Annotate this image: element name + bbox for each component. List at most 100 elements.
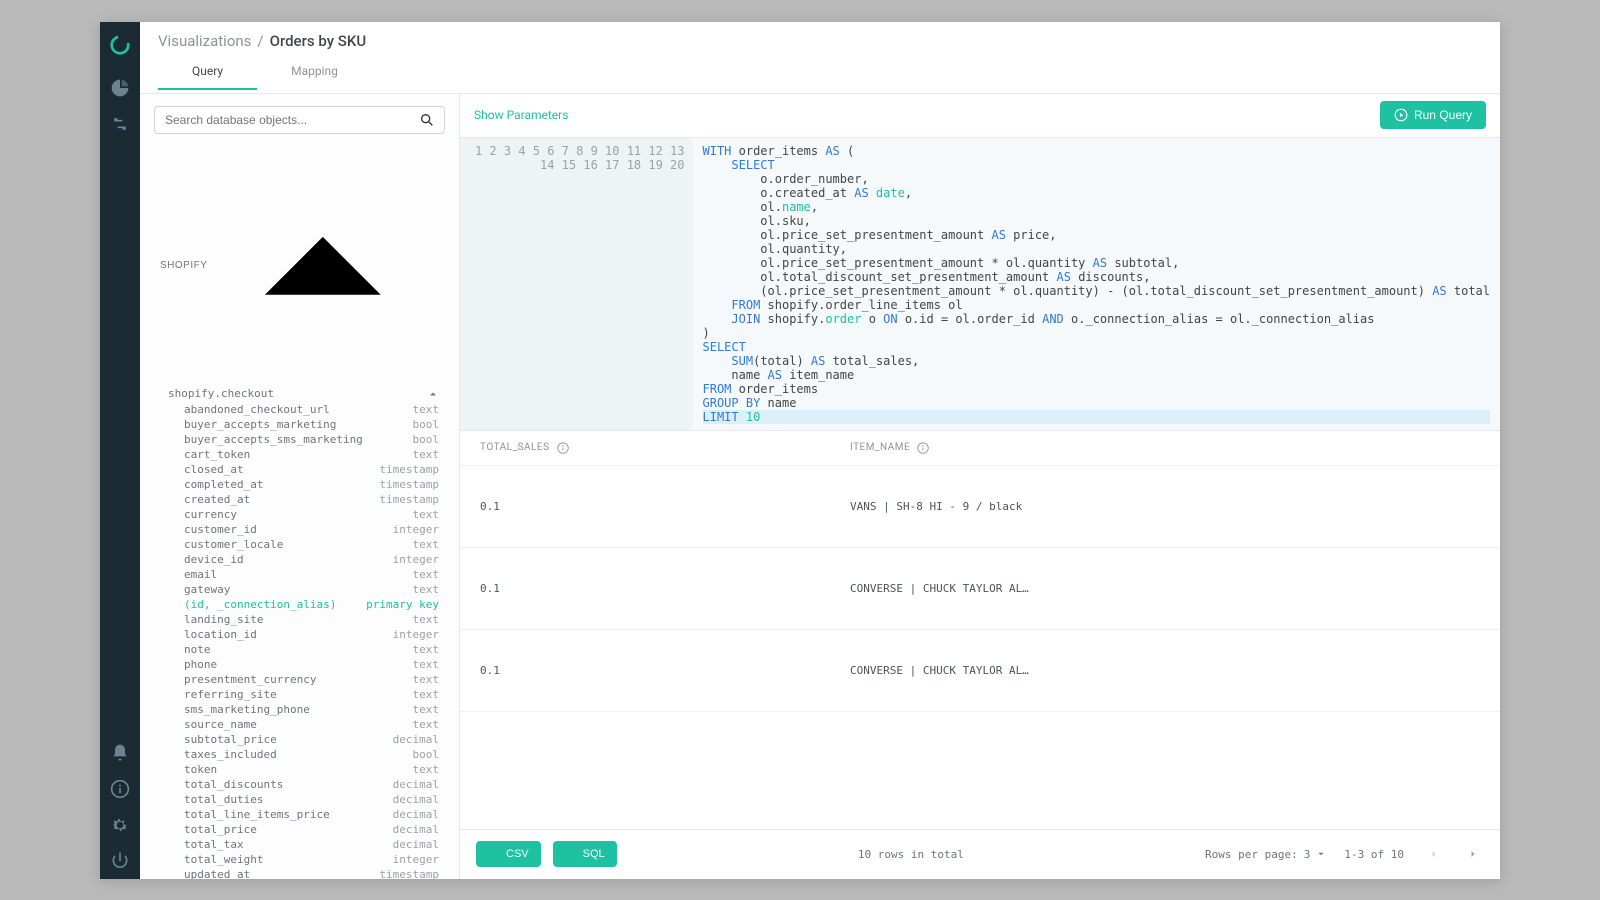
bell-icon[interactable]	[110, 743, 130, 763]
workspace: SHOPIFYshopify.checkoutabandoned_checkou…	[140, 94, 1500, 879]
chevron-left-icon	[1427, 848, 1439, 860]
pager-prev-button[interactable]	[1422, 843, 1444, 865]
cell-item-name: CONVERSE | CHUCK TAYLOR AL…	[850, 582, 1480, 595]
download-icon	[488, 848, 500, 860]
schema-column[interactable]: taxes_includedbool	[140, 747, 459, 762]
schema-panel: SHOPIFYshopify.checkoutabandoned_checkou…	[140, 94, 460, 879]
sql-editor[interactable]: 1 2 3 4 5 6 7 8 9 10 11 12 13 14 15 16 1…	[460, 138, 1500, 430]
info-icon[interactable]	[110, 779, 130, 799]
flow-icon[interactable]	[110, 114, 130, 134]
schema-column[interactable]: device_idinteger	[140, 552, 459, 567]
chevron-up-icon	[427, 388, 439, 400]
schema-column[interactable]: presentment_currencytext	[140, 672, 459, 687]
breadcrumb-root[interactable]: Visualizations	[158, 32, 251, 50]
schema-column[interactable]: total_dutiesdecimal	[140, 792, 459, 807]
editor-gutter: 1 2 3 4 5 6 7 8 9 10 11 12 13 14 15 16 1…	[460, 138, 693, 430]
schema-column[interactable]: cart_tokentext	[140, 447, 459, 462]
run-query-label: Run Query	[1414, 108, 1472, 122]
schema-column[interactable]: sms_marketing_phonetext	[140, 702, 459, 717]
schema-column[interactable]: updated_attimestamp	[140, 867, 459, 878]
pie-chart-icon[interactable]	[110, 78, 130, 98]
schema-column[interactable]: total_line_items_pricedecimal	[140, 807, 459, 822]
app-logo-icon	[109, 34, 131, 56]
schema-column[interactable]: gatewaytext	[140, 582, 459, 597]
download-csv-button[interactable]: CSV	[476, 841, 541, 867]
column-header-label: ITEM_NAME	[850, 442, 910, 453]
download-sql-label: SQL	[583, 848, 605, 860]
query-toolbar: Show Parameters Run Query	[460, 94, 1500, 138]
cell-item-name: CONVERSE | CHUCK TAYLOR AL…	[850, 664, 1480, 677]
table-row[interactable]: 0.1CONVERSE | CHUCK TAYLOR AL…	[460, 548, 1500, 630]
download-sql-button[interactable]: SQL	[553, 841, 617, 867]
breadcrumb-sep: /	[257, 32, 263, 50]
rows-per-page-value: 3	[1304, 848, 1311, 861]
breadcrumb-current: Orders by SKU	[270, 32, 367, 50]
results-header: TOTAL_SALES ITEM_NAME	[460, 431, 1500, 466]
info-circle-icon[interactable]	[916, 441, 930, 455]
nav-rail	[100, 22, 140, 879]
download-icon	[565, 848, 577, 860]
cell-total-sales: 0.1	[480, 500, 850, 513]
column-header-total-sales[interactable]: TOTAL_SALES	[480, 441, 850, 455]
schema-column[interactable]: closed_attimestamp	[140, 462, 459, 477]
results-panel: TOTAL_SALES ITEM_NAME 0.1VANS | SH-8 HI …	[460, 430, 1500, 879]
tab-query[interactable]: Query	[158, 56, 257, 90]
schema-column[interactable]: total_pricedecimal	[140, 822, 459, 837]
schema-column[interactable]: notetext	[140, 642, 459, 657]
schema-column[interactable]: currencytext	[140, 507, 459, 522]
schema-group[interactable]: SHOPIFY	[140, 146, 459, 386]
schema-column[interactable]: (id, _connection_alias)primary key	[140, 597, 459, 612]
rows-per-page-label: Rows per page:	[1205, 848, 1298, 861]
schema-column[interactable]: tokentext	[140, 762, 459, 777]
schema-column[interactable]: customer_idinteger	[140, 522, 459, 537]
page-range: 1-3 of 10	[1344, 848, 1404, 861]
chevron-down-icon	[1316, 849, 1326, 859]
schema-column[interactable]: completed_attimestamp	[140, 477, 459, 492]
schema-tree[interactable]: SHOPIFYshopify.checkoutabandoned_checkou…	[140, 146, 459, 879]
play-icon	[1394, 108, 1408, 122]
schema-column[interactable]: total_taxdecimal	[140, 837, 459, 852]
tabs: Query Mapping	[158, 56, 1482, 90]
schema-column[interactable]: landing_sitetext	[140, 612, 459, 627]
top-bar: Visualizations / Orders by SKU Query Map…	[140, 22, 1500, 94]
tab-mapping[interactable]: Mapping	[257, 56, 372, 90]
run-query-button[interactable]: Run Query	[1380, 101, 1486, 129]
table-row[interactable]: 0.1CONVERSE | CHUCK TAYLOR AL…	[460, 630, 1500, 712]
cell-total-sales: 0.1	[480, 664, 850, 677]
schema-table-open[interactable]: shopify.checkout	[140, 385, 459, 402]
schema-column[interactable]: referring_sitetext	[140, 687, 459, 702]
schema-column[interactable]: customer_localetext	[140, 537, 459, 552]
results-footer: CSV SQL 10 rows in total Rows per page: …	[460, 829, 1500, 879]
app-shell: Visualizations / Orders by SKU Query Map…	[100, 22, 1500, 879]
schema-column[interactable]: created_attimestamp	[140, 492, 459, 507]
schema-column[interactable]: source_nametext	[140, 717, 459, 732]
schema-column[interactable]: subtotal_pricedecimal	[140, 732, 459, 747]
schema-column[interactable]: total_weightinteger	[140, 852, 459, 867]
search-icon[interactable]	[419, 112, 435, 128]
schema-column[interactable]: abandoned_checkout_urltext	[140, 402, 459, 417]
search-input[interactable]	[154, 106, 445, 134]
cell-item-name: VANS | SH-8 HI - 9 / black	[850, 500, 1480, 513]
query-panel: Show Parameters Run Query 1 2 3 4 5 6 7 …	[460, 94, 1500, 879]
schema-column[interactable]: phonetext	[140, 657, 459, 672]
pager-next-button[interactable]	[1462, 843, 1484, 865]
gear-icon[interactable]	[110, 815, 130, 835]
cell-total-sales: 0.1	[480, 582, 850, 595]
info-circle-icon[interactable]	[556, 441, 570, 455]
schema-column[interactable]: location_idinteger	[140, 627, 459, 642]
chevron-right-icon	[1467, 848, 1479, 860]
schema-column[interactable]: emailtext	[140, 567, 459, 582]
editor-code[interactable]: WITH order_items AS ( SELECT o.order_num…	[693, 138, 1501, 430]
rows-per-page[interactable]: Rows per page: 3	[1205, 848, 1326, 861]
column-header-item-name[interactable]: ITEM_NAME	[850, 441, 1480, 455]
column-header-label: TOTAL_SALES	[480, 442, 550, 453]
schema-column[interactable]: buyer_accepts_marketingbool	[140, 417, 459, 432]
schema-column[interactable]: total_discountsdecimal	[140, 777, 459, 792]
power-icon[interactable]	[110, 851, 130, 871]
rows-total-label: 10 rows in total	[629, 848, 1193, 861]
result-rows[interactable]: 0.1VANS | SH-8 HI - 9 / black0.1CONVERSE…	[460, 466, 1500, 829]
table-row[interactable]: 0.1VANS | SH-8 HI - 9 / black	[460, 466, 1500, 548]
schema-column[interactable]: buyer_accepts_sms_marketingbool	[140, 432, 459, 447]
show-parameters-link[interactable]: Show Parameters	[474, 108, 568, 122]
download-csv-label: CSV	[506, 848, 529, 860]
